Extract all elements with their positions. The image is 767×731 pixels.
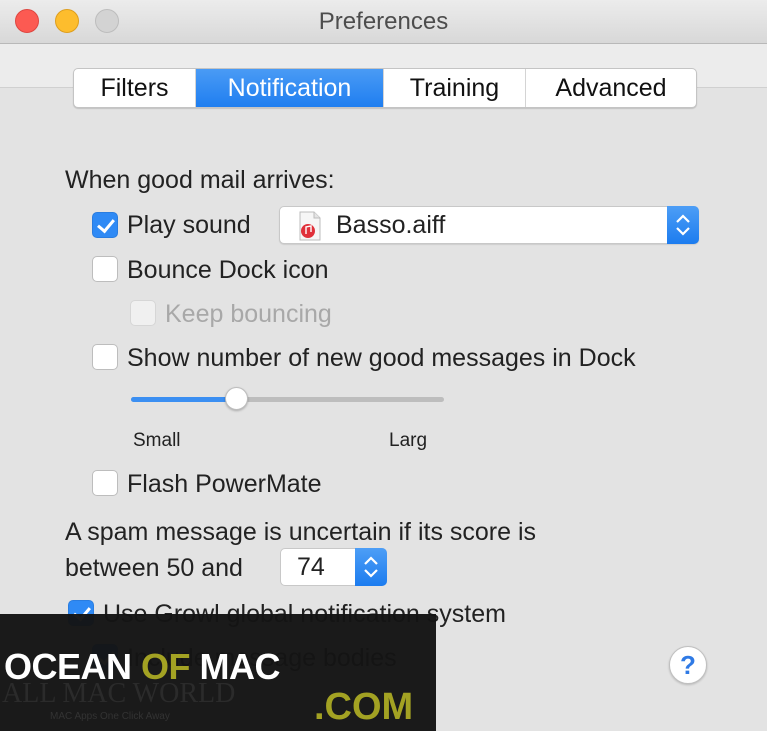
tab-training[interactable]: Training (384, 69, 526, 107)
sound-popup-value: Basso.aiff (336, 211, 446, 239)
show-number-label: Show number of new good messages in Dock (127, 344, 636, 372)
tab-notification[interactable]: Notification (196, 69, 384, 107)
bounce-dock-checkbox[interactable] (92, 256, 118, 282)
spam-text-line1: A spam message is uncertain if its score… (65, 518, 537, 546)
keep-bouncing-checkbox[interactable] (130, 300, 156, 326)
watermark-brand-ocean: OCEAN (4, 646, 132, 687)
watermark-brand-mac: MAC (199, 646, 281, 687)
score-stepper[interactable]: 74 (280, 548, 387, 586)
popup-stepper[interactable] (667, 206, 699, 244)
dock-size-slider[interactable] (131, 387, 444, 410)
keep-bouncing-label: Keep bouncing (165, 300, 332, 328)
watermark-brand-of: OF (141, 646, 191, 687)
audio-file-icon (299, 211, 321, 241)
good-mail-heading: When good mail arrives: (65, 166, 335, 194)
window-title: Preferences (318, 8, 449, 35)
watermark-domain: .COM (314, 686, 414, 728)
tab-filters[interactable]: Filters (74, 69, 196, 107)
score-stepper-arrows[interactable] (355, 548, 387, 586)
flash-powermate-label: Flash PowerMate (127, 470, 322, 498)
watermark-brand: OCEAN OF MAC (4, 646, 281, 688)
watermark-overlay: ALL MAC WORLD MAC Apps One Click Away OC… (0, 614, 436, 731)
sound-popup[interactable]: Basso.aiff (279, 206, 699, 244)
watermark-tagline: MAC Apps One Click Away (50, 711, 170, 722)
play-sound-checkbox[interactable] (92, 212, 118, 238)
tab-bar: Filters Notification Training Advanced (73, 68, 697, 108)
show-number-checkbox[interactable] (92, 344, 118, 370)
slider-min-label: Small (133, 430, 181, 451)
bounce-dock-label: Bounce Dock icon (127, 256, 329, 284)
up-down-chevron-icon (364, 556, 378, 578)
up-down-chevron-icon (676, 214, 690, 236)
slider-max-label: Larg (389, 430, 428, 451)
tab-advanced[interactable]: Advanced (526, 69, 696, 107)
play-sound-label: Play sound (127, 211, 251, 239)
score-value: 74 (297, 553, 325, 581)
spam-text-line2: between 50 and (65, 554, 243, 582)
slider-fill (131, 397, 238, 402)
title-bar: Preferences (0, 0, 767, 44)
help-button[interactable]: ? (669, 646, 707, 684)
flash-powermate-checkbox[interactable] (92, 470, 118, 496)
